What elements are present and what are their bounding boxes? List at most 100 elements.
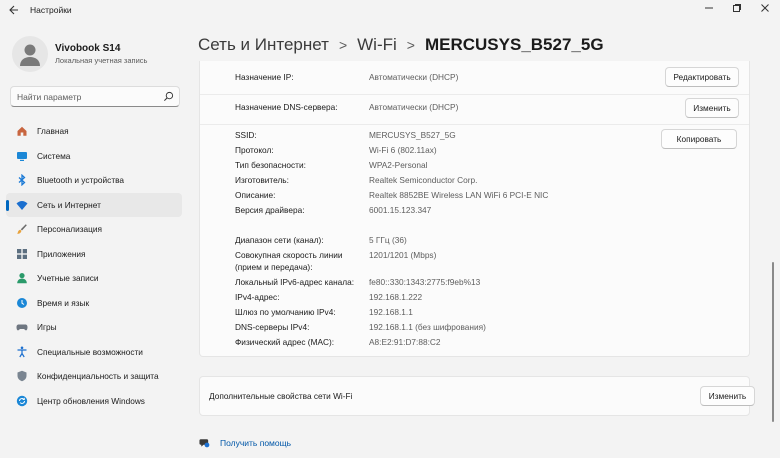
accessibility-icon bbox=[17, 346, 27, 357]
property-label: Версия драйвера: bbox=[235, 205, 305, 215]
accounts-icon bbox=[17, 273, 27, 284]
user-name: Vivobook S14 bbox=[55, 43, 121, 54]
restore-icon bbox=[733, 4, 741, 12]
property-value: Wi-Fi 6 (802.11ax) bbox=[369, 145, 437, 155]
property-label: Описание: bbox=[235, 190, 276, 200]
maximize-button[interactable] bbox=[725, 2, 749, 18]
sidebar-nav: Главная Система Bluetooth и устройства С… bbox=[6, 119, 182, 413]
property-label: Шлюз по умолчанию IPv4: bbox=[235, 307, 336, 317]
ip-assignment-label: Назначение IP: bbox=[235, 72, 294, 82]
divider bbox=[200, 94, 749, 95]
sidebar-item-apps[interactable]: Приложения bbox=[6, 242, 182, 267]
property-value: Realtek Semiconductor Corp. bbox=[369, 175, 478, 185]
sidebar-item-label: Игры bbox=[37, 322, 57, 332]
ip-assignment-value: Автоматически (DHCP) bbox=[369, 72, 459, 82]
edit-additional-button[interactable]: Изменить bbox=[700, 386, 755, 406]
sidebar-item-label: Конфиденциальность и защита bbox=[37, 371, 159, 381]
shield-icon bbox=[17, 370, 27, 382]
property-value: 192.168.1.1 (без шифрования) bbox=[369, 322, 486, 332]
property-label-continued: (прием и передача): bbox=[235, 262, 313, 272]
home-icon bbox=[17, 126, 27, 136]
back-arrow-icon bbox=[9, 5, 18, 15]
breadcrumb-separator: > bbox=[338, 37, 348, 53]
search-icon[interactable] bbox=[163, 91, 174, 102]
sidebar-item-label: Bluetooth и устройства bbox=[37, 175, 125, 185]
update-icon bbox=[16, 395, 28, 406]
property-value: 1201/1201 (Mbps) bbox=[369, 250, 437, 260]
breadcrumb: Сеть и Интернет > Wi-Fi > MERCUSYS_B527_5G bbox=[198, 35, 604, 55]
scrollbar[interactable] bbox=[772, 262, 774, 422]
sidebar-item-system[interactable]: Система bbox=[6, 144, 182, 169]
sidebar-item-personalization[interactable]: Персонализация bbox=[6, 217, 182, 242]
property-label: IPv4-адрес: bbox=[235, 292, 280, 302]
property-value: 192.168.1.1 bbox=[369, 307, 413, 317]
sidebar-item-label: Сеть и Интернет bbox=[37, 199, 101, 210]
brush-icon bbox=[17, 224, 27, 234]
close-icon bbox=[761, 4, 769, 12]
sidebar-item-time-language[interactable]: Время и язык bbox=[6, 291, 182, 316]
property-value: MERCUSYS_B527_5G bbox=[369, 130, 456, 140]
property-value: Realtek 8852BE Wireless LAN WiFi 6 PCI-E… bbox=[369, 190, 549, 200]
sidebar-item-label: Система bbox=[37, 150, 71, 161]
minimize-icon bbox=[705, 7, 713, 9]
edit-ip-button[interactable]: Редактировать bbox=[665, 67, 739, 87]
sidebar-item-gaming[interactable]: Игры bbox=[6, 315, 182, 340]
additional-properties-label: Дополнительные свойства сети Wi-Fi bbox=[209, 391, 353, 401]
property-label: SSID: bbox=[235, 130, 257, 140]
time-language-icon bbox=[17, 297, 27, 308]
sidebar-item-bluetooth[interactable]: Bluetooth и устройства bbox=[6, 168, 182, 193]
property-label: Диапазон сети (канал): bbox=[235, 235, 324, 245]
sidebar-item-label: Главная bbox=[37, 126, 69, 136]
sidebar-item-windows-update[interactable]: Центр обновления Windows bbox=[6, 389, 182, 414]
property-label: Локальный IPv6-адрес канала: bbox=[235, 277, 355, 287]
sidebar-item-privacy[interactable]: Конфиденциальность и защита bbox=[6, 364, 182, 389]
sidebar-item-label: Центр обновления Windows bbox=[37, 395, 145, 406]
sidebar-item-accounts[interactable]: Учетные записи bbox=[6, 266, 182, 291]
property-label: Изготовитель: bbox=[235, 175, 289, 185]
title-bar: Настройки bbox=[0, 0, 780, 22]
search-box[interactable] bbox=[10, 86, 180, 107]
help-icon[interactable] bbox=[199, 437, 210, 448]
sidebar-item-accessibility[interactable]: Специальные возможности bbox=[6, 340, 182, 365]
sidebar-item-home[interactable]: Главная bbox=[6, 119, 182, 144]
dns-assignment-value: Автоматически (DHCP) bbox=[369, 102, 459, 112]
minimize-button[interactable] bbox=[697, 2, 721, 18]
breadcrumb-separator: > bbox=[406, 37, 415, 53]
close-button[interactable] bbox=[753, 2, 777, 18]
get-help-link[interactable]: Получить помощь bbox=[220, 438, 291, 448]
property-label: Тип безопасности: bbox=[235, 160, 306, 170]
property-value: 6001.15.123.347 bbox=[369, 205, 432, 215]
dns-assignment-label: Назначение DNS-сервера: bbox=[235, 102, 338, 112]
sidebar-item-label: Специальные возможности bbox=[37, 346, 143, 357]
property-label: Физический адрес (MAC): bbox=[235, 337, 335, 347]
user-avatar-icon bbox=[20, 44, 40, 66]
sidebar-item-network[interactable]: Сеть и Интернет bbox=[6, 192, 182, 217]
search-input[interactable] bbox=[17, 91, 157, 103]
page-title: MERCUSYS_B527_5G bbox=[424, 35, 604, 54]
app-title: Настройки bbox=[30, 5, 72, 15]
property-label: Протокол: bbox=[235, 145, 274, 155]
property-label: DNS-серверы IPv4: bbox=[235, 322, 310, 332]
property-label: Совокупная скорость линии bbox=[235, 250, 343, 260]
sidebar-item-label: Персонализация bbox=[37, 224, 103, 234]
property-value: 5 ГГц (36) bbox=[369, 235, 407, 245]
copy-button[interactable]: Копировать bbox=[661, 129, 737, 149]
gaming-icon bbox=[16, 324, 28, 331]
avatar[interactable] bbox=[12, 36, 48, 72]
sidebar-item-label: Приложения bbox=[37, 248, 86, 259]
bluetooth-icon bbox=[18, 174, 26, 186]
apps-icon bbox=[17, 248, 27, 259]
back-button[interactable] bbox=[6, 4, 22, 18]
sidebar-item-label: Время и язык bbox=[37, 297, 90, 308]
network-properties-card: Назначение IP: Автоматически (DHCP) Реда… bbox=[199, 61, 750, 357]
property-value: WPA2-Personal bbox=[369, 160, 428, 170]
wifi-icon bbox=[16, 200, 28, 210]
divider bbox=[200, 124, 749, 125]
account-type: Локальная учетная запись bbox=[55, 56, 148, 65]
additional-properties-card: Дополнительные свойства сети Wi-Fi Измен… bbox=[199, 376, 755, 416]
edit-dns-button[interactable]: Изменить bbox=[685, 98, 739, 118]
property-value: fe80::330:1343:2775:f9eb%13 bbox=[369, 277, 481, 287]
breadcrumb-wifi[interactable]: Wi-Fi bbox=[357, 35, 397, 54]
breadcrumb-network[interactable]: Сеть и Интернет bbox=[198, 35, 329, 54]
property-value: 192.168.1.222 bbox=[369, 292, 423, 302]
